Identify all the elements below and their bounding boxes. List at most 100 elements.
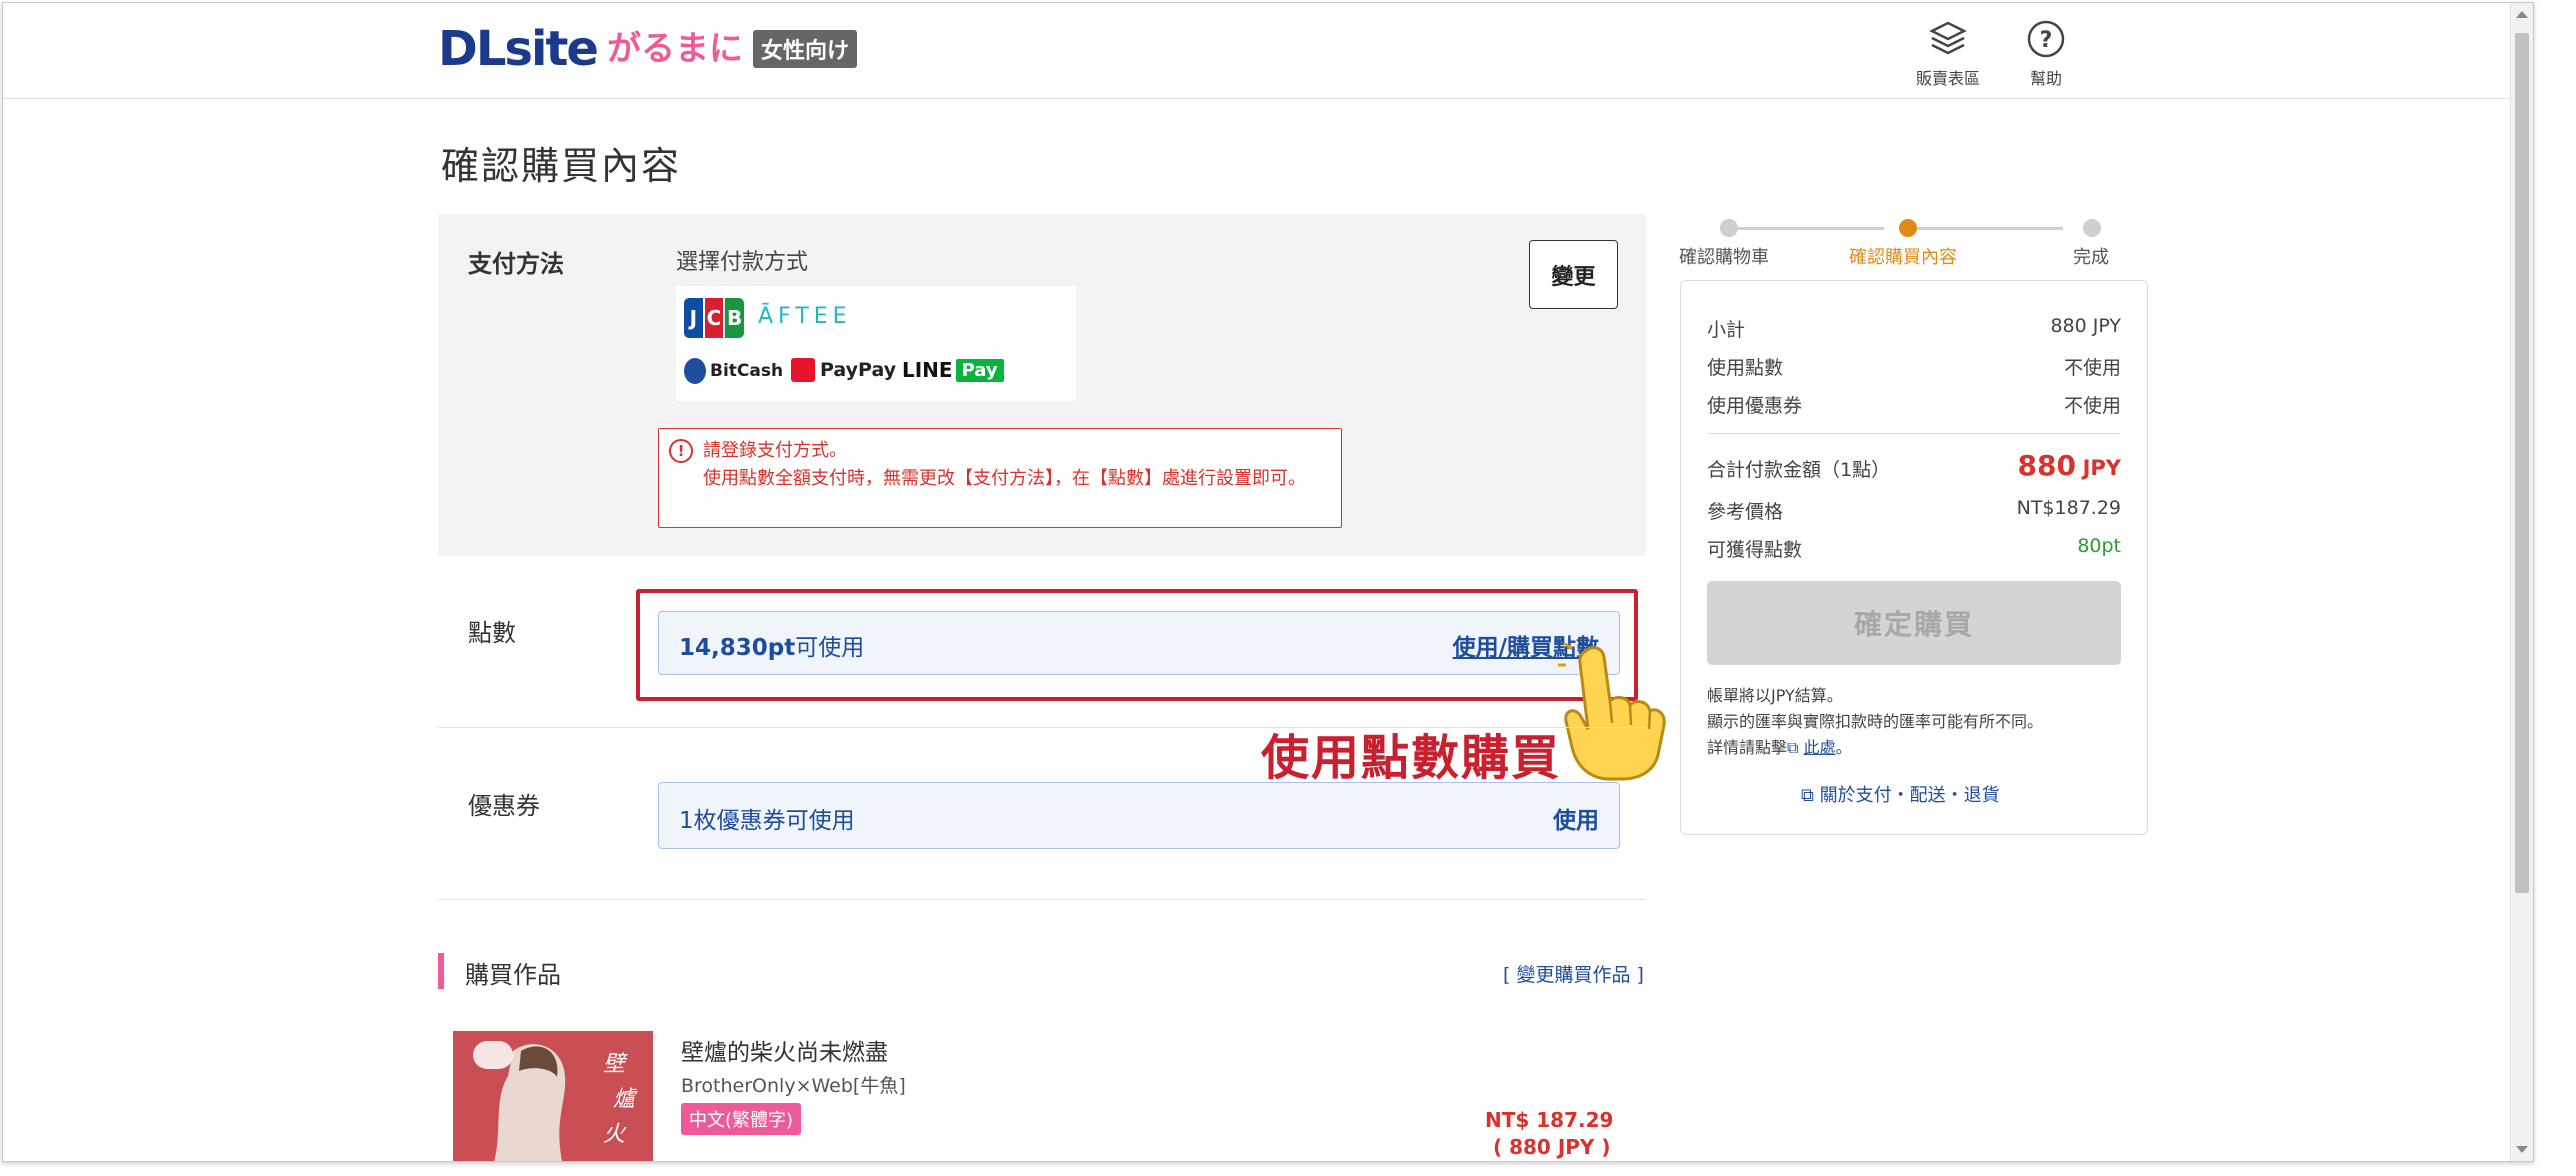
summary-coupon: 使用優惠券 不使用 bbox=[1707, 391, 2121, 418]
section-accent-bar bbox=[438, 953, 444, 989]
coupon-box: 1枚優惠券可使用 使用 bbox=[658, 782, 1620, 849]
total-amount: 880 JPY bbox=[2018, 449, 2122, 482]
bitcash-label: BitCash bbox=[710, 361, 784, 381]
pointing-hand-icon bbox=[1558, 643, 1666, 781]
divider bbox=[438, 727, 1646, 728]
summary-earn-points: 可獲得點數 80pt bbox=[1707, 535, 2121, 562]
product-price-twd: NT$ 187.29 bbox=[1485, 1108, 1614, 1132]
confirm-purchase-button[interactable]: 確定購買 bbox=[1707, 581, 2121, 665]
points-highlight-frame bbox=[636, 589, 1638, 701]
external-link-icon: ⧉ bbox=[1787, 738, 1799, 757]
payment-select-text: 選擇付款方式 bbox=[676, 250, 809, 275]
product-cover[interactable]: 壁 爐 火 bbox=[453, 1031, 653, 1161]
aftee-logo: ĀFTEE bbox=[758, 304, 852, 329]
payment-warning: ! 請登錄支付方式。 使用點數全額支付時，無需更改【支付方法】，在【點數】處進行… bbox=[658, 428, 1342, 528]
logo-main: DLsite bbox=[438, 21, 599, 77]
reference-value: NT$187.29 bbox=[2016, 497, 2121, 519]
product-title[interactable]: 壁爐的柴火尚未燃盡 bbox=[681, 1033, 888, 1067]
help-icon: ? bbox=[2027, 20, 2065, 58]
site-logo[interactable]: DLsite がるまに 女性向け bbox=[438, 25, 857, 73]
svg-text:壁: 壁 bbox=[603, 1052, 628, 1077]
currency-note: 帳單將以JPY結算。 顯示的匯率與實際扣款時的匯率可能有所不同。 詳情請點擊⧉ … bbox=[1707, 683, 2127, 761]
product-price-jpy: ( 880 JPY ) bbox=[1493, 1135, 1611, 1159]
scroll-up-arrow[interactable] bbox=[2516, 11, 2528, 18]
scroll-down-arrow[interactable] bbox=[2516, 1146, 2528, 1153]
points-label: 點數 bbox=[468, 619, 516, 647]
bitcash-logo: BitCash bbox=[684, 358, 783, 384]
step-dot-cart bbox=[1720, 219, 1738, 237]
warning-line-1: 請登錄支付方式。 bbox=[703, 440, 847, 461]
total-currency: JPY bbox=[2082, 456, 2121, 480]
step-dot-confirm bbox=[1899, 219, 1917, 237]
page-title: 確認購買內容 bbox=[441, 144, 682, 188]
header-nav-help[interactable]: ? 幫助 bbox=[2001, 19, 2091, 89]
scrollbar-thumb[interactable] bbox=[2515, 33, 2529, 893]
step-dot-complete bbox=[2083, 219, 2101, 237]
product-author[interactable]: BrotherOnly×Web[牛魚] bbox=[681, 1071, 906, 1098]
svg-text:火: 火 bbox=[603, 1122, 627, 1147]
note-line-1: 帳單將以JPY結算。 bbox=[1707, 686, 1843, 705]
step-label-confirm: 確認購買內容 bbox=[1849, 247, 1957, 268]
use-coupon-link[interactable]: 使用 bbox=[1553, 801, 1599, 835]
external-link-icon: ⧉ bbox=[1801, 785, 1814, 806]
svg-text:爐: 爐 bbox=[613, 1087, 638, 1112]
coupon-used-label: 使用優惠券 bbox=[1707, 395, 1803, 417]
summary-reference: 參考價格 NT$187.29 bbox=[1707, 497, 2121, 524]
subtotal-label: 小計 bbox=[1707, 319, 1746, 341]
details-link[interactable]: 此處 bbox=[1804, 738, 1836, 757]
payment-label: 支付方法 bbox=[468, 250, 564, 278]
note-line-2: 顯示的匯率與實際扣款時的匯率可能有所不同。 bbox=[1707, 712, 2044, 731]
points-callout: 使用點數購買 bbox=[1261, 730, 1562, 786]
checkout-steps: 確認購物車 確認購買內容 完成 bbox=[1679, 215, 2129, 275]
header-nav-help-label: 幫助 bbox=[2029, 69, 2062, 88]
earn-points-label: 可獲得點數 bbox=[1707, 539, 1803, 561]
linepay-logo: LINE Pay bbox=[902, 358, 1004, 382]
subtotal-value: 880 JPY bbox=[2050, 315, 2121, 337]
summary-separator bbox=[1707, 433, 2121, 434]
order-summary: 小計 880 JPY 使用點數 不使用 使用優惠券 不使用 合計付款金額（1點）… bbox=[1680, 280, 2148, 835]
warning-text: 請登錄支付方式。 使用點數全額支付時，無需更改【支付方法】，在【點數】處進行設置… bbox=[703, 437, 1333, 493]
browser-frame: DLsite がるまに 女性向け 販賣表區 ? 幫助 確認購買內容 支付方法 選… bbox=[2, 2, 2534, 1162]
step-label-complete: 完成 bbox=[2073, 247, 2109, 268]
jcb-logo: J C B bbox=[684, 298, 745, 338]
payment-section: 支付方法 選擇付款方式 變更 J C B ĀFTEE BitCash PayPa… bbox=[438, 214, 1646, 556]
works-title: 購買作品 bbox=[465, 961, 561, 989]
alert-icon: ! bbox=[669, 439, 693, 463]
note-line-3-suffix: 。 bbox=[1835, 738, 1852, 757]
points-used-label: 使用點數 bbox=[1707, 357, 1784, 379]
step-label-cart: 確認購物車 bbox=[1679, 247, 1769, 268]
header-nav-sales[interactable]: 販賣表區 bbox=[1903, 19, 1993, 89]
site-header: DLsite がるまに 女性向け 販賣表區 ? 幫助 bbox=[3, 3, 2533, 99]
note-line-3: 詳情請點擊⧉ 此處。 bbox=[1707, 735, 2127, 761]
payment-shipping-returns-link[interactable]: ⧉ 關於支付・配送・退貨 bbox=[1801, 781, 2000, 807]
change-works-link[interactable]: [ 變更購買作品 ] bbox=[1503, 960, 1644, 987]
logo-sub: がるまに bbox=[606, 29, 743, 69]
divider bbox=[438, 899, 1646, 900]
paypay-logo: PayPay bbox=[791, 358, 896, 382]
points-used-value: 不使用 bbox=[2063, 357, 2121, 379]
step-connector bbox=[1734, 227, 1884, 230]
coupon-label: 優惠券 bbox=[468, 792, 540, 820]
summary-total: 合計付款金額（1點） 880 JPY bbox=[1707, 449, 2121, 482]
step-connector bbox=[1913, 227, 2063, 230]
total-label: 合計付款金額（1點） bbox=[1707, 459, 1891, 481]
coupon-used-value: 不使用 bbox=[2063, 395, 2121, 417]
layers-icon bbox=[1929, 21, 1967, 55]
about-link-label: 關於支付・配送・退貨 bbox=[1819, 785, 2000, 806]
warning-line-2: 使用點數全額支付時，無需更改【支付方法】，在【點數】處進行設置即可。 bbox=[703, 468, 1306, 489]
header-nav-sales-label: 販賣表區 bbox=[1915, 69, 1980, 88]
vertical-scrollbar[interactable] bbox=[2510, 3, 2533, 1161]
payment-change-button[interactable]: 變更 bbox=[1529, 240, 1618, 309]
note-line-3-prefix: 詳情請點擊 bbox=[1707, 738, 1788, 757]
logo-badge: 女性向け bbox=[752, 30, 857, 68]
reference-label: 參考價格 bbox=[1707, 501, 1784, 523]
summary-points: 使用點數 不使用 bbox=[1707, 353, 2121, 380]
language-badge: 中文(繁體字) bbox=[681, 1103, 802, 1135]
earn-points-value: 80pt bbox=[2077, 535, 2121, 557]
svg-text:?: ? bbox=[2040, 28, 2053, 53]
total-value: 880 bbox=[2017, 449, 2076, 482]
paypay-label: PayPay bbox=[820, 359, 897, 381]
coupon-available: 1枚優惠券可使用 bbox=[679, 808, 855, 834]
payment-logos: J C B ĀFTEE BitCash PayPay LINE Pay bbox=[676, 286, 1076, 401]
summary-subtotal: 小計 880 JPY bbox=[1707, 315, 2121, 342]
